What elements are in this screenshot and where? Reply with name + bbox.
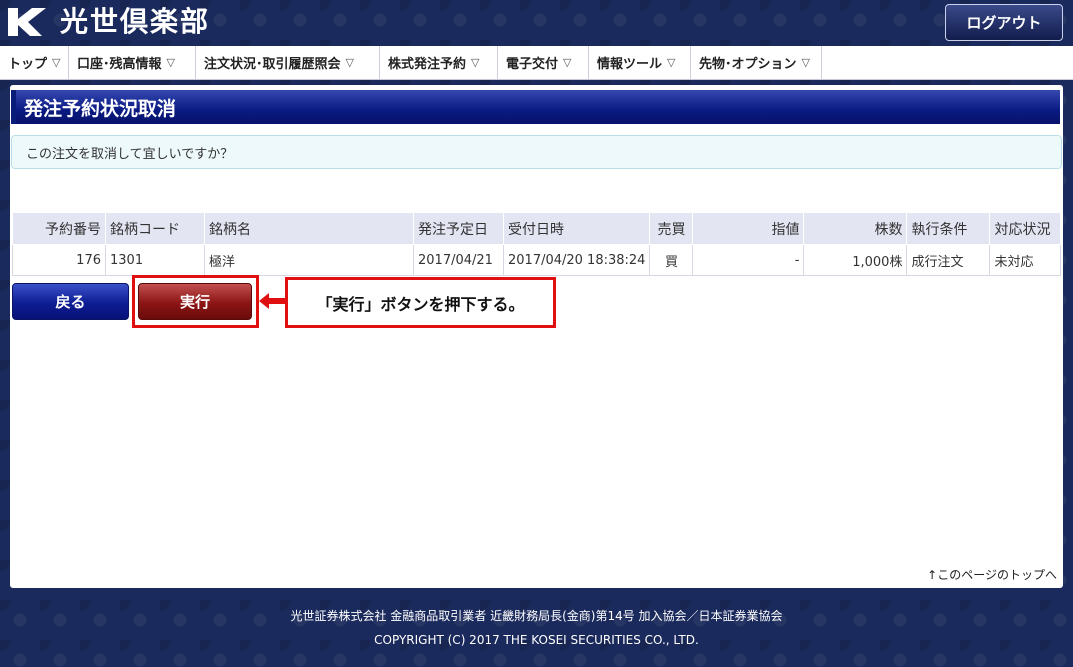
confirm-message: この注文を取消して宜しいですか？ (11, 135, 1062, 169)
table-header-row: 予約番号 銘柄コード 銘柄名 発注予定日 受付日時 売買 指値 株数 執行条件 … (12, 212, 1061, 245)
nav-item-stock-reservation[interactable]: 株式発注予約 ▽ (380, 46, 498, 79)
nav-item-order-status[interactable]: 注文状況･取引履歴照会 ▽ (196, 46, 380, 79)
cell-order-date: 2017/04/21 (413, 244, 504, 276)
column-header: 執行条件 (906, 212, 991, 245)
column-header: 対応状況 (989, 212, 1061, 245)
nav-item-info-tools[interactable]: 情報ツール ▽ (589, 46, 691, 79)
nav-item-futures-options[interactable]: 先物･オプション ▽ (691, 46, 822, 79)
chevron-down-icon: ▽ (667, 56, 676, 69)
column-header: 受付日時 (502, 212, 651, 245)
column-header: 指値 (692, 212, 805, 245)
column-header: 予約番号 (12, 212, 106, 245)
cell-received-at: 2017/04/20 18:38:24 (502, 244, 651, 276)
cell-shares: 1,000株 (803, 244, 908, 276)
annotation-highlight-box (132, 275, 259, 328)
nav-item-label: 情報ツール (597, 57, 663, 72)
site-logo-text: 光世倶楽部 (60, 5, 211, 38)
nav-item-label: 口座･残高情報 (77, 57, 162, 72)
nav-item-e-delivery[interactable]: 電子交付 ▽ (498, 46, 589, 79)
logo-k-icon (8, 8, 46, 36)
table-row: 176 1301 極洋 2017/04/21 2017/04/20 18:38:… (12, 244, 1061, 276)
page-title: 発注予約状況取消 (11, 90, 1060, 124)
chevron-down-icon: ▽ (801, 56, 810, 69)
cell-stock-name: 極洋 (204, 244, 414, 276)
cell-reservation-no: 176 (12, 244, 106, 276)
nav-item-top[interactable]: トップ ▽ (0, 46, 69, 79)
nav-item-label: 電子交付 (506, 57, 559, 72)
chevron-down-icon: ▽ (563, 56, 572, 69)
footer: 光世証券株式会社 金融商品取引業者 近畿財務局長(金商)第14号 加入協会／日本… (0, 604, 1073, 652)
footer-company-info: 光世証券株式会社 金融商品取引業者 近畿財務局長(金商)第14号 加入協会／日本… (290, 609, 783, 623)
column-header: 売買 (649, 212, 694, 245)
cell-limit-price: - (692, 244, 805, 276)
nav-item-label: 株式発注予約 (388, 57, 467, 72)
nav-item-label: 注文状況･取引履歴照会 (204, 57, 341, 72)
cell-condition: 成行注文 (906, 244, 991, 276)
annotation-callout: 「実行」ボタンを押下する。 (285, 277, 556, 328)
cell-status: 未対応 (989, 244, 1061, 276)
main-panel: 発注予約状況取消 この注文を取消して宜しいですか？ 予約番号 銘柄コード 銘柄名… (10, 85, 1063, 588)
chevron-down-icon: ▽ (471, 56, 480, 69)
column-header: 銘柄名 (204, 212, 414, 245)
logout-button[interactable]: ログアウト (945, 4, 1063, 41)
nav-item-account[interactable]: 口座･残高情報 ▽ (69, 46, 196, 79)
page-top-link[interactable]: ↑このページのトップへ (927, 566, 1057, 583)
annotation-arrow-icon (259, 293, 285, 309)
column-header: 銘柄コード (105, 212, 205, 245)
chevron-down-icon: ▽ (345, 56, 354, 69)
back-button[interactable]: 戻る (12, 283, 129, 320)
header: 光世倶楽部 ログアウト (0, 0, 1073, 46)
chevron-down-icon: ▽ (52, 56, 61, 69)
column-header: 発注予定日 (413, 212, 504, 245)
main-nav: トップ ▽ 口座･残高情報 ▽ 注文状況･取引履歴照会 ▽ 株式発注予約 ▽ 電子交付 ▽… (0, 46, 1073, 80)
cell-stock-code: 1301 (105, 244, 205, 276)
nav-item-label: トップ (8, 57, 48, 72)
footer-copyright: COPYRIGHT (C) 2017 THE KOSEI SECURITIES … (374, 633, 699, 647)
column-header: 株数 (803, 212, 908, 245)
order-table: 予約番号 銘柄コード 銘柄名 発注予定日 受付日時 売買 指値 株数 執行条件 … (12, 212, 1061, 276)
nav-item-label: 先物･オプション (699, 57, 797, 72)
chevron-down-icon: ▽ (166, 56, 175, 69)
cell-buy-sell: 買 (649, 244, 694, 276)
